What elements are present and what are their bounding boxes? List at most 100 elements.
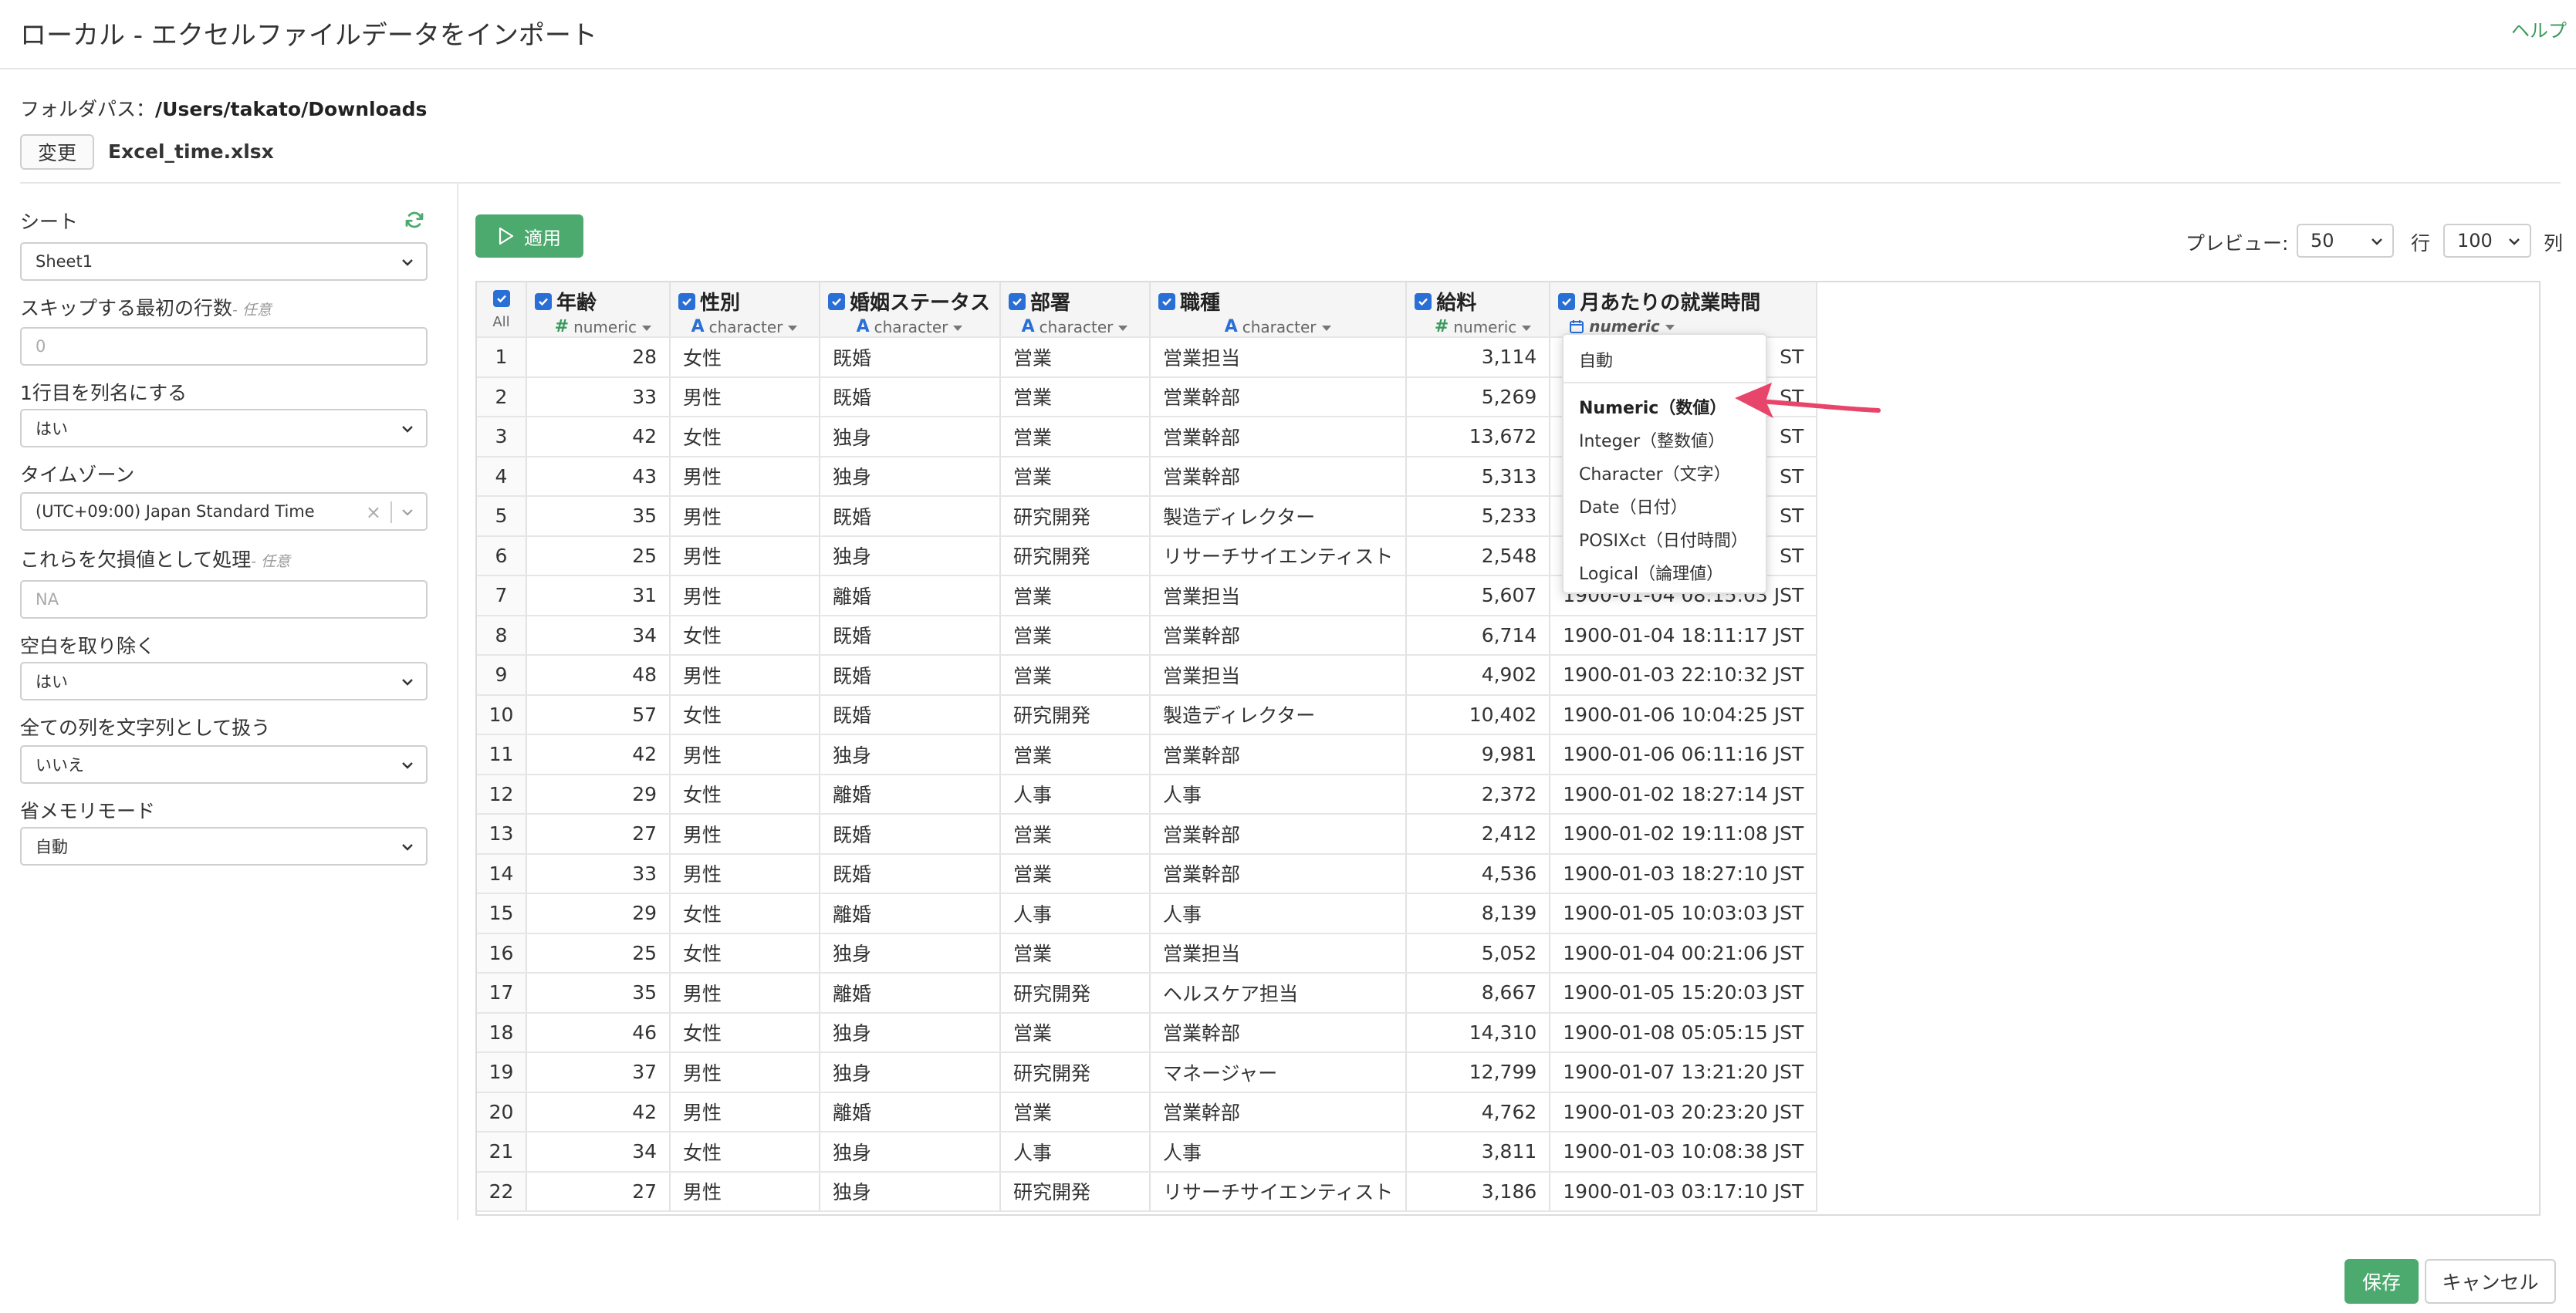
rows-unit-label: 行	[2411, 232, 2431, 255]
file-name: Excel_time.xlsx	[108, 140, 274, 163]
column-checkbox[interactable]	[828, 292, 845, 310]
table-cell: 既婚	[820, 376, 1001, 417]
table-cell: 女性	[670, 1012, 820, 1053]
clear-icon[interactable]: ×	[366, 501, 381, 523]
row-index: 22	[477, 1171, 527, 1212]
table-cell: マネージャー	[1150, 1052, 1408, 1093]
row-index: 13	[477, 814, 527, 855]
table-cell: 1900-01-03 20:23:20 JST	[1550, 1092, 1818, 1132]
table-cell: 営業	[1000, 1012, 1151, 1053]
column-type-selector[interactable]: # numeric	[1415, 317, 1541, 336]
column-type: character	[1039, 317, 1114, 336]
preview-rows-select[interactable]: 50	[2297, 224, 2394, 258]
column-name: 月あたりの就業時間	[1580, 292, 1761, 315]
column-type: numeric	[1453, 317, 1517, 336]
apply-button[interactable]: 適用	[475, 214, 583, 258]
column-header[interactable]: 年齢 # numeric	[526, 282, 671, 338]
refresh-icon[interactable]	[403, 208, 426, 231]
help-link[interactable]: ヘルプ	[2511, 15, 2567, 42]
column-header[interactable]: 月あたりの就業時間 numeric	[1550, 282, 1818, 338]
chevron-down-icon	[402, 762, 413, 769]
table-cell: 既婚	[820, 814, 1001, 855]
table-cell: 男性	[670, 973, 820, 1014]
table-cell: 1900-01-06 10:04:25 JST	[1550, 694, 1818, 735]
column-name-row: 年齢	[535, 287, 661, 316]
sheet-select[interactable]: Sheet1	[20, 242, 428, 281]
column-type-selector[interactable]: Acharacter	[1158, 317, 1398, 336]
save-button[interactable]: 保存	[2344, 1259, 2419, 1304]
memory-saving-select[interactable]: 自動	[20, 827, 428, 866]
table-cell: 男性	[670, 1171, 820, 1212]
all-as-char-select[interactable]: いいえ	[20, 745, 428, 784]
table-cell: 女性	[670, 1132, 820, 1173]
data-preview-table: All 年齢 # numeric 性別 Acharacter 婚姻ステータス Acharac…	[475, 281, 2541, 1216]
type-menu-item[interactable]: Date（日付）	[1564, 489, 1766, 522]
table-cell: 営業	[1000, 1092, 1151, 1132]
table-row: 17 35 男性 離婚 研究開発 ヘルスケア担当 8,667 1900-01-05 15:20…	[477, 973, 1818, 1014]
type-menu-item[interactable]: POSIXct（日付時間）	[1564, 522, 1766, 555]
type-menu-item[interactable]: Logical（論理値）	[1564, 555, 1766, 589]
column-header[interactable]: 給料 # numeric	[1406, 282, 1551, 338]
row-index: 17	[477, 973, 527, 1014]
table-cell: 営業幹部	[1150, 734, 1408, 775]
row-index: 14	[477, 853, 527, 894]
column-checkbox[interactable]	[1009, 292, 1026, 310]
column-checkbox[interactable]	[1415, 292, 1432, 310]
folder-path: フォルダパス：/Users/takato/Downloads	[20, 94, 427, 122]
table-cell: 5,233	[1406, 496, 1551, 537]
table-cell: 男性	[670, 1052, 820, 1093]
column-checkbox[interactable]	[1158, 292, 1175, 310]
row-index: 8	[477, 615, 527, 656]
na-values-input[interactable]: NA	[20, 580, 428, 619]
table-cell: 男性	[670, 535, 820, 576]
column-type-selector[interactable]: # numeric	[535, 317, 661, 336]
column-header[interactable]: 婚姻ステータス Acharacter	[820, 282, 1001, 338]
type-menu-item[interactable]: Integer（整数値）	[1564, 423, 1766, 456]
column-header[interactable]: 部署 Acharacter	[1000, 282, 1151, 338]
column-type-selector[interactable]: Acharacter	[678, 317, 811, 336]
folder-path-label: フォルダパス：	[20, 98, 156, 120]
column-header[interactable]: 性別 Acharacter	[670, 282, 820, 338]
table-row: 14 33 男性 既婚 営業 営業幹部 4,536 1900-01-03 18:27:10 J…	[477, 853, 1818, 894]
sidebar-divider	[457, 184, 458, 1220]
select-all-checkbox[interactable]	[492, 290, 510, 307]
column-header[interactable]: 職種 Acharacter	[1150, 282, 1408, 338]
row-index: 7	[477, 575, 527, 616]
column-type: character	[1242, 317, 1317, 336]
table-cell: 女性	[670, 893, 820, 934]
column-checkbox[interactable]	[678, 292, 695, 310]
type-menu-item-auto[interactable]: 自動	[1564, 343, 1766, 376]
table-cell: 既婚	[820, 655, 1001, 696]
table-cell: 既婚	[820, 694, 1001, 735]
column-type-selector[interactable]: Acharacter	[828, 317, 992, 336]
letter-a-icon: A	[691, 317, 705, 336]
first-row-header-select[interactable]: はい	[20, 409, 428, 447]
table-cell: 独身	[820, 1012, 1001, 1053]
na-values-label: これらを欠損値として処理- 任意	[20, 545, 290, 572]
table-cell: 営業	[1000, 655, 1151, 696]
table-cell: リサーチサイエンティスト	[1150, 535, 1408, 576]
caret-down-icon	[1321, 318, 1332, 336]
table-row: 22 27 男性 独身 研究開発 リサーチサイエンティスト 3,186 1900-01-03 …	[477, 1171, 1818, 1212]
column-checkbox[interactable]	[535, 292, 552, 310]
column-checkbox[interactable]	[1558, 292, 1576, 310]
play-icon	[499, 227, 514, 245]
table-cell: 男性	[670, 456, 820, 497]
trim-ws-select[interactable]: はい	[20, 662, 428, 700]
cancel-button[interactable]: キャンセル	[2425, 1259, 2556, 1304]
table-cell: 34	[526, 1132, 671, 1173]
type-menu-item[interactable]: Character（文字）	[1564, 456, 1766, 489]
table-cell: 1900-01-03 03:17:10 JST	[1550, 1171, 1818, 1212]
table-cell: 34	[526, 615, 671, 656]
table-cell: 研究開発	[1000, 1052, 1151, 1093]
skip-rows-input[interactable]: 0	[20, 327, 428, 366]
column-type-selector[interactable]: Acharacter	[1009, 317, 1141, 336]
hash-icon: #	[554, 317, 570, 336]
change-folder-button[interactable]: 変更	[20, 134, 94, 170]
table-cell: 9,981	[1406, 734, 1551, 775]
timezone-select[interactable]: (UTC+09:00) Japan Standard Time ×	[20, 492, 428, 531]
select-all-header[interactable]: All	[477, 282, 527, 338]
row-index: 16	[477, 933, 527, 974]
preview-cols-select[interactable]: 100	[2443, 224, 2531, 258]
table-row: 11 42 男性 独身 営業 営業幹部 9,981 1900-01-06 06:11:16 J…	[477, 734, 1818, 775]
